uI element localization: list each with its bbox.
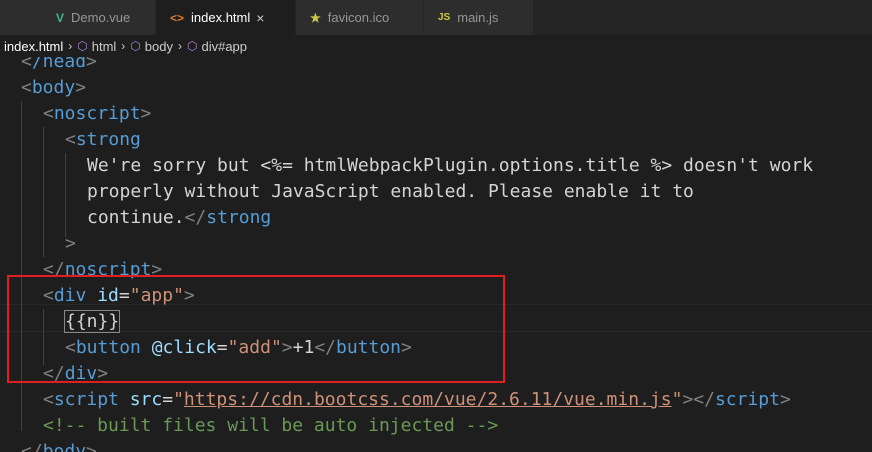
breadcrumb-item-html[interactable]: html	[92, 39, 117, 54]
tab-label: Demo.vue	[71, 10, 131, 25]
indent-guide	[65, 153, 66, 237]
code-line: <body>	[21, 77, 87, 98]
cube-icon: ⬡	[130, 39, 141, 53]
tab-label: favicon.ico	[327, 10, 390, 25]
tab-bar: V Demo.vue <> index.html × ★ favicon.ico…	[0, 0, 872, 35]
close-icon[interactable]: ×	[256, 10, 264, 26]
tab-favicon-ico[interactable]: ★ favicon.ico	[296, 0, 424, 35]
cdn-link[interactable]: https://cdn.bootcss.com/vue/2.6.11/vue.m…	[184, 389, 672, 410]
indent-guide	[43, 127, 44, 257]
code-line: <script src="https://cdn.bootcss.com/vue…	[43, 389, 791, 410]
code-line: <noscript>	[43, 103, 152, 124]
tab-demo-vue[interactable]: V Demo.vue	[0, 0, 156, 35]
chevron-right-icon: ›	[177, 39, 182, 53]
code-line: continue.</strong	[87, 207, 272, 228]
breadcrumb: index.html › ⬡ html › ⬡ body › ⬡ div#app	[0, 35, 872, 57]
tab-index-html[interactable]: <> index.html ×	[156, 0, 296, 35]
code-line: <!-- built files will be auto injected -…	[43, 415, 499, 436]
star-icon: ★	[310, 10, 321, 25]
code-line: properly without JavaScript enabled. Ple…	[87, 181, 694, 202]
code-editor[interactable]: </head> <body> <noscript> <strong We're …	[0, 57, 872, 452]
breadcrumb-item-div-app[interactable]: div#app	[201, 39, 247, 54]
breadcrumb-file[interactable]: index.html	[0, 39, 63, 54]
code-line: </body>	[21, 441, 97, 452]
cube-icon: ⬡	[186, 39, 198, 53]
annotation-highlight-box	[7, 275, 505, 383]
cube-icon: ⬡	[77, 39, 88, 53]
code-line: </head>	[21, 57, 97, 72]
chevron-right-icon: ›	[68, 39, 73, 53]
tab-label: index.html	[191, 10, 251, 25]
code-line: >	[65, 233, 76, 254]
tab-label: main.js	[457, 10, 499, 25]
breadcrumb-item-body[interactable]: body	[145, 39, 173, 54]
js-icon: JS	[438, 12, 451, 23]
code-line: We're sorry but <%= htmlWebpackPlugin.op…	[87, 155, 814, 176]
chevron-right-icon: ›	[121, 39, 126, 53]
code-line: <strong	[65, 129, 141, 150]
vue-icon: V	[56, 10, 65, 25]
tab-main-js[interactable]: JS main.js	[424, 0, 534, 35]
html-icon: <>	[170, 10, 185, 25]
